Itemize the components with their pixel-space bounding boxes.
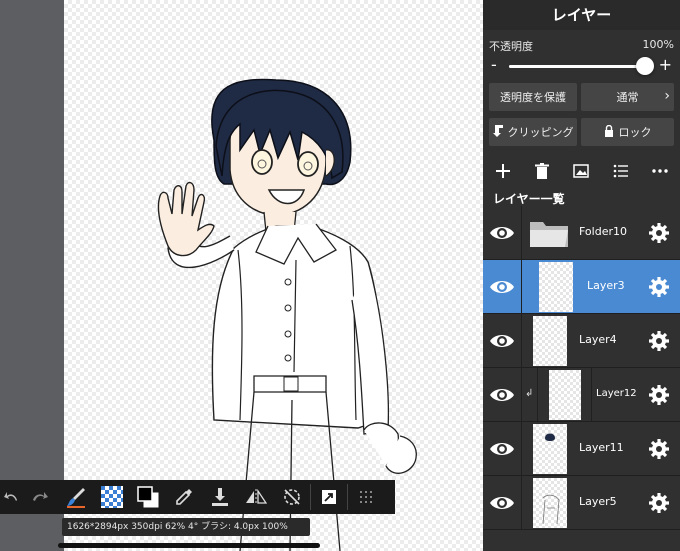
chevron-right-icon: › [664, 88, 670, 104]
layer-name: Layer11 [579, 441, 624, 454]
gear-icon[interactable] [648, 492, 670, 514]
grid-menu-icon[interactable] [348, 480, 384, 514]
eye-icon[interactable] [489, 329, 515, 353]
divider [521, 260, 522, 314]
add-layer-icon[interactable] [492, 160, 514, 182]
drawing-canvas[interactable] [64, 0, 483, 551]
more-icon[interactable] [649, 160, 671, 182]
divider [537, 368, 538, 422]
gear-icon[interactable] [648, 330, 670, 352]
rotate-reset-icon[interactable] [274, 480, 310, 514]
clipping-label: クリッピング [507, 126, 574, 139]
layer-row-layer11[interactable]: Layer11 [483, 422, 680, 476]
layer-panel: レイヤー 不透明度 100% - + 透明度を保護 通常 › クリッピング ロッ… [483, 0, 680, 551]
eyedropper-icon[interactable] [166, 480, 202, 514]
home-indicator [58, 543, 320, 548]
color-swatch-icon[interactable] [130, 480, 166, 514]
layer-row-layer5[interactable]: Layer5 [483, 476, 680, 530]
layer-name: Folder10 [579, 225, 627, 238]
opacity-slider[interactable] [509, 65, 645, 68]
layer-name: Layer3 [587, 279, 625, 292]
canvas-status-bar: 1626*2894px 350dpi 62% 4° ブラシ: 4.0px 100… [62, 518, 310, 536]
app-window: レイヤー 不透明度 100% - + 透明度を保護 通常 › クリッピング ロッ… [0, 0, 680, 551]
import-image-icon[interactable] [570, 160, 592, 182]
divider [521, 368, 522, 422]
bottom-toolbar [0, 480, 395, 514]
left-gutter [0, 0, 64, 551]
lock-label: ロック [618, 126, 652, 139]
eye-icon[interactable] [489, 491, 515, 515]
layer-thumbnail [533, 478, 567, 528]
opacity-value: 100% [642, 38, 674, 51]
layer-list-title: レイヤー一覧 [493, 192, 565, 206]
layer-name: Layer4 [579, 333, 617, 346]
eye-icon[interactable] [489, 221, 515, 245]
redo-icon[interactable] [22, 480, 58, 514]
opacity-plus-button[interactable]: + [659, 57, 672, 73]
lock-button[interactable]: ロック [581, 118, 674, 146]
layer-row-layer4[interactable]: Layer4 [483, 314, 680, 368]
layer-name: Layer5 [579, 495, 617, 508]
clipping-button[interactable]: クリッピング [489, 118, 577, 146]
opacity-slider-thumb[interactable] [636, 57, 654, 75]
protect-alpha-label: 透明度を保護 [500, 91, 566, 104]
layer-row-folder10[interactable]: Folder10 [483, 206, 680, 260]
character-illustration [157, 78, 417, 551]
divider [521, 476, 522, 530]
opacity-minus-button[interactable]: - [491, 57, 497, 73]
eye-icon[interactable] [489, 383, 515, 407]
trash-icon[interactable] [531, 160, 553, 182]
navigator-icon[interactable] [311, 480, 347, 514]
divider [521, 206, 522, 260]
layer-list: Folder10 Layer3 Layer4 ↲ Layer12 Layer11… [483, 206, 680, 530]
layer-name: Layer12 [596, 388, 637, 399]
layer-toolbar [483, 156, 680, 186]
gear-icon[interactable] [648, 384, 670, 406]
gear-icon[interactable] [648, 276, 670, 298]
divider [521, 422, 522, 476]
divider [521, 314, 522, 368]
blend-mode-label: 通常 [616, 91, 639, 104]
layer-row-layer12[interactable]: ↲ Layer12 [483, 368, 680, 422]
gear-icon[interactable] [648, 438, 670, 460]
opacity-slider-fill [509, 65, 645, 68]
clipping-arrow-icon [492, 124, 503, 140]
opacity-label: 不透明度 [489, 40, 533, 53]
panel-title: レイヤー [483, 0, 680, 30]
opacity-control: 不透明度 100% - + [483, 34, 680, 78]
divider [591, 368, 592, 422]
layer-row-layer3[interactable]: Layer3 [483, 260, 680, 314]
save-icon[interactable] [202, 480, 238, 514]
lock-icon [604, 124, 614, 140]
brush-icon[interactable] [58, 480, 94, 514]
flip-icon[interactable] [238, 480, 274, 514]
protect-alpha-button[interactable]: 透明度を保護 [489, 83, 577, 111]
folder-icon [529, 218, 569, 248]
gear-icon[interactable] [648, 222, 670, 244]
layer-thumbnail [533, 316, 567, 366]
list-icon[interactable] [610, 160, 632, 182]
layer-thumbnail [533, 424, 567, 474]
transparency-icon[interactable] [94, 480, 130, 514]
blend-mode-button[interactable]: 通常 › [581, 83, 674, 111]
undo-icon[interactable] [0, 480, 22, 514]
eye-icon[interactable] [489, 275, 515, 299]
layer-thumbnail [549, 370, 581, 420]
eye-icon[interactable] [489, 437, 515, 461]
layer-thumbnail [539, 262, 573, 312]
clipping-indicator-icon: ↲ [525, 388, 534, 399]
